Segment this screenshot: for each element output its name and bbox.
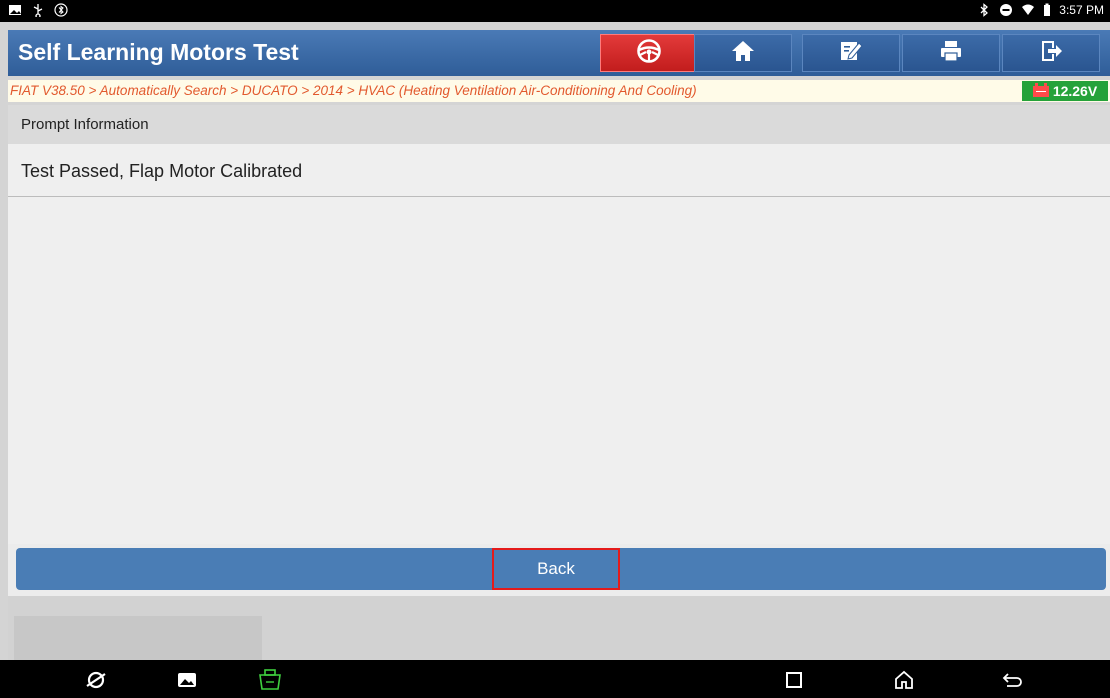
back-button-highlight: Back	[492, 548, 620, 590]
wifi-icon	[1021, 3, 1035, 17]
clock: 3:57 PM	[1059, 3, 1104, 17]
recent-apps-icon[interactable]	[783, 669, 805, 691]
action-bar: Back	[8, 544, 1110, 596]
print-icon	[939, 39, 963, 68]
home-button[interactable]	[694, 34, 792, 72]
bluetooth-icon	[977, 3, 991, 17]
prompt-message: Test Passed, Flap Motor Calibrated	[21, 161, 303, 181]
prompt-header: Prompt Information	[8, 105, 1110, 144]
page-title: Self Learning Motors Test	[18, 39, 299, 65]
gallery-icon	[8, 3, 22, 17]
exit-icon	[1039, 39, 1063, 68]
navigation-bar	[0, 660, 1110, 698]
home-icon	[731, 40, 755, 67]
exit-button[interactable]	[1002, 34, 1100, 72]
lower-panel-block	[14, 616, 262, 660]
steering-wheel-button[interactable]	[600, 34, 698, 72]
home-nav-icon[interactable]	[893, 669, 915, 691]
bluetooth-status-icon	[54, 3, 68, 17]
print-button[interactable]	[902, 34, 1000, 72]
breadcrumb: FIAT V38.50 > Automatically Search > DUC…	[8, 80, 1110, 102]
back-button-label: Back	[537, 559, 575, 578]
battery-icon	[1043, 3, 1051, 17]
vci-icon[interactable]	[257, 669, 281, 691]
car-battery-icon	[1032, 82, 1049, 97]
edit-report-button[interactable]	[802, 34, 900, 72]
status-bar: 3:57 PM	[0, 0, 1110, 22]
title-bar: Self Learning Motors Test	[8, 30, 1110, 76]
steering-wheel-icon	[636, 38, 662, 69]
do-not-disturb-icon	[999, 3, 1013, 17]
voltage-badge: 12.26V	[1022, 81, 1108, 101]
lower-panel	[8, 596, 1110, 660]
usb-icon	[31, 3, 45, 19]
prompt-header-label: Prompt Information	[21, 116, 149, 133]
browser-icon[interactable]	[85, 669, 107, 691]
back-button[interactable]: Back	[16, 548, 1106, 590]
prompt-content: Test Passed, Flap Motor Calibrated	[8, 144, 1110, 544]
prompt-message-row: Test Passed, Flap Motor Calibrated	[8, 144, 1110, 197]
edit-report-icon	[839, 39, 863, 68]
gallery-icon[interactable]	[176, 669, 198, 691]
breadcrumb-path: FIAT V38.50 > Automatically Search > DUC…	[10, 83, 697, 98]
back-nav-icon[interactable]	[1002, 669, 1024, 691]
voltage-value: 12.26V	[1052, 83, 1098, 99]
